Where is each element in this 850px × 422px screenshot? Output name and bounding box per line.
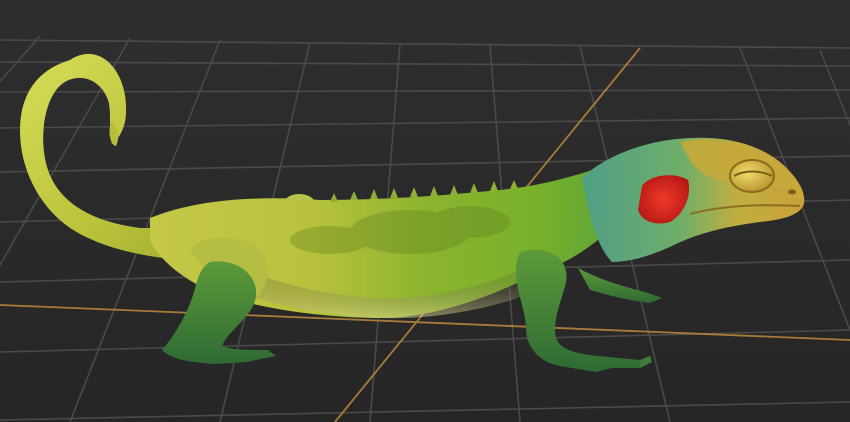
nostril [788, 189, 796, 195]
eye [729, 159, 775, 193]
viewport-canvas[interactable] [0, 0, 850, 422]
3d-viewport[interactable] [0, 0, 850, 422]
